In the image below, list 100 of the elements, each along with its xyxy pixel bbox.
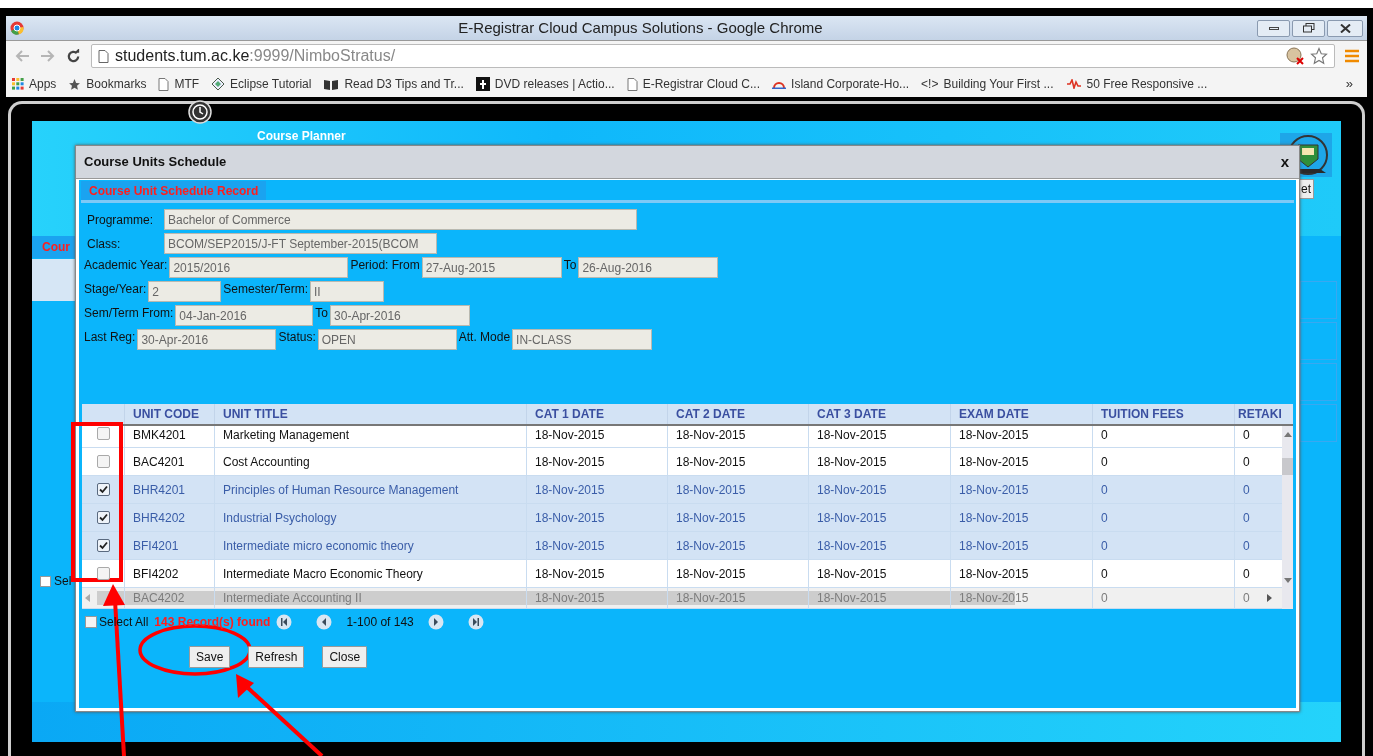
table-cell-text: 18-Nov-2015	[676, 590, 746, 607]
dialog-button[interactable]: Save	[189, 646, 231, 668]
first-page-icon[interactable]	[276, 614, 293, 630]
table-cell-text: Intermediate Accounting II	[223, 590, 362, 607]
restore-icon	[1302, 23, 1315, 33]
column-header[interactable]: UNIT TITLE	[214, 404, 526, 424]
row-checkbox[interactable]	[96, 427, 110, 440]
table-cell-text: BFI4202	[133, 565, 179, 583]
select-all-checkbox[interactable]	[85, 616, 97, 628]
select-checkbox-label[interactable]: Sel	[32, 572, 75, 590]
side-card	[1300, 322, 1337, 360]
column-header[interactable]: CAT 2 DATE	[667, 404, 808, 424]
input-field[interactable]: BCOM/SEP2015/J-FT September-2015(BCOM	[164, 233, 437, 254]
column-header[interactable]: CAT 1 DATE	[526, 404, 667, 424]
table-cell-text: Intermediate micro economic theory	[223, 537, 414, 555]
table-cell-text: 0	[1243, 537, 1250, 555]
input-field[interactable]: II	[309, 281, 384, 302]
row-checkbox[interactable]	[96, 567, 110, 580]
row-checkbox[interactable]	[96, 511, 110, 524]
reload-icon[interactable]	[66, 48, 81, 64]
book-icon	[323, 78, 340, 90]
bookmark-item[interactable]: Read D3 Tips and Tr...	[323, 75, 464, 93]
scroll-up-icon[interactable]	[1283, 432, 1292, 437]
input-field[interactable]: IN-CLASS	[512, 329, 653, 350]
table-cell-text: 0	[1101, 537, 1108, 555]
bookmark-item[interactable]: MTF	[158, 75, 200, 93]
next-page-icon[interactable]	[427, 614, 444, 630]
row-checkbox[interactable]	[96, 483, 110, 496]
dialog-title: Course Units Schedule	[84, 153, 228, 172]
field-label: Status:	[278, 329, 316, 346]
dialog-button[interactable]: Refresh	[248, 646, 305, 668]
address-bar[interactable]: students.tum.ac.ke:9999/NimboStratus/	[91, 44, 1335, 68]
table-cell-text: 18-Nov-2015	[959, 453, 1029, 471]
scrollbar-thumb[interactable]	[1282, 458, 1293, 475]
bookmark-item[interactable]: Apps	[12, 75, 57, 93]
bookmark-item[interactable]: DVD releases | Actio...	[475, 75, 615, 93]
field-label: Class:	[86, 236, 122, 253]
bookmark-item[interactable]: <!> Building Your First ...	[921, 75, 1054, 93]
minimize-button[interactable]	[1257, 19, 1290, 37]
field-label: To	[315, 305, 329, 322]
table-cell-text: Cost Accounting	[223, 453, 310, 471]
table-cell-text: Industrial Psychology	[223, 509, 337, 527]
blocked-cookie-icon[interactable]	[1286, 47, 1304, 65]
row-checkbox[interactable]	[96, 455, 110, 468]
last-page-icon[interactable]	[467, 614, 484, 630]
apps-icon	[12, 78, 24, 90]
bookmark-item[interactable]: E-Registrar Cloud C...	[626, 75, 761, 93]
column-header[interactable]: CAT 3 DATE	[808, 404, 950, 424]
table-cell-text: 18-Nov-2015	[817, 453, 887, 471]
table-cell-text: 18-Nov-2015	[959, 590, 1029, 607]
dialog-button[interactable]: Close	[322, 646, 368, 668]
table-cell-text: 18-Nov-2015	[535, 427, 605, 444]
input-field[interactable]: Bachelor of Commerce	[164, 209, 637, 230]
table-cell-text: 0	[1101, 565, 1108, 583]
input-field[interactable]: OPEN	[317, 329, 457, 350]
input-field[interactable]: 27-Aug-2015	[421, 257, 562, 278]
row-checkbox[interactable]	[96, 539, 110, 552]
star-icon[interactable]	[1310, 47, 1328, 65]
column-header[interactable]: EXAM DATE	[950, 404, 1092, 424]
table-cell-text: BHR4202	[133, 509, 186, 527]
table-cell-text: 0	[1101, 509, 1108, 527]
vertical-scrollbar[interactable]	[1282, 426, 1293, 609]
more-bookmarks-button[interactable]: »	[1345, 74, 1353, 94]
stopwatch-icon[interactable]	[188, 100, 212, 124]
restore-button[interactable]	[1292, 19, 1325, 37]
field-label: Academic Year:	[84, 257, 168, 274]
table-cell-text: 18-Nov-2015	[959, 509, 1029, 527]
url-text: students.tum.ac.ke:9999/NimboStratus/	[115, 46, 396, 66]
input-field[interactable]: 2	[148, 281, 222, 302]
input-field[interactable]: 30-Apr-2016	[137, 329, 277, 350]
field-label: Period: From	[350, 257, 420, 274]
close-icon	[1339, 23, 1351, 33]
star-icon	[68, 77, 82, 91]
dialog-close-button[interactable]: x	[1280, 150, 1289, 174]
table-cell-text: 0	[1101, 427, 1108, 444]
bookmark-item[interactable]: Bookmarks	[68, 75, 147, 93]
bookmark-item[interactable]: Island Corporate-Ho...	[772, 75, 910, 93]
table-cell-text: Principles of Human Resource Management	[223, 481, 459, 499]
table-cell-text: Marketing Management	[223, 427, 350, 444]
column-header[interactable]: RETAKI	[1234, 404, 1282, 424]
browser-logo-icon	[10, 21, 24, 35]
table-cell-text: 0	[1101, 590, 1108, 607]
field-label: Last Reg:	[84, 329, 136, 346]
bookmark-item[interactable]: 50 Free Responsive ...	[1065, 75, 1208, 93]
column-header[interactable]: UNIT CODE	[124, 404, 214, 424]
input-field[interactable]: 04-Jan-2016	[175, 305, 314, 326]
window-close-button[interactable]	[1327, 19, 1363, 37]
table-cell-text: 18-Nov-2015	[535, 509, 605, 527]
input-field[interactable]: 30-Apr-2016	[330, 305, 471, 326]
column-header[interactable]: TUITION FEES	[1092, 404, 1234, 424]
table-cell-text: 18-Nov-2015	[535, 481, 605, 499]
previous-page-icon[interactable]	[316, 614, 333, 630]
scroll-right-icon[interactable]	[1266, 594, 1272, 602]
scroll-down-icon[interactable]	[1283, 578, 1292, 583]
side-card	[1300, 363, 1337, 401]
table-cell-text: 18-Nov-2015	[959, 481, 1029, 499]
bookmark-item[interactable]: Eclipse Tutorial	[211, 75, 312, 93]
table-cell-text: 18-Nov-2015	[676, 427, 746, 444]
input-field[interactable]: 2015/2016	[169, 257, 349, 278]
input-field[interactable]: 26-Aug-2016	[578, 257, 719, 278]
